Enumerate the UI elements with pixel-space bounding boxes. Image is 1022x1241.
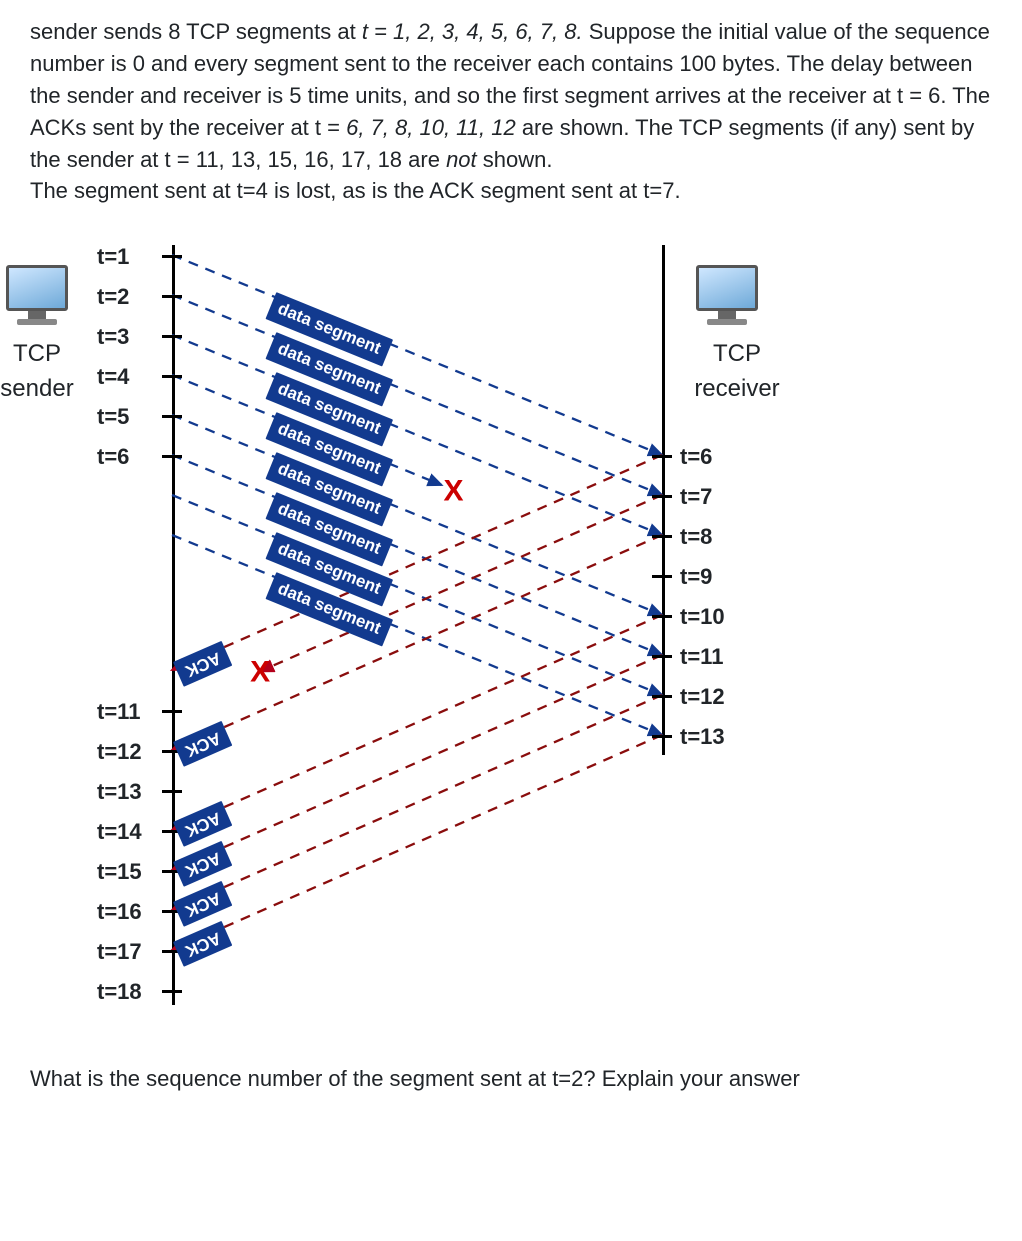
tcp-timeline-diagram: TCP sender TCP receiver t=1t=2t=3t=4t=5t… (22, 235, 722, 1045)
data-segment-line (172, 255, 662, 455)
receiver-tick (652, 695, 672, 698)
sender-tick (162, 335, 182, 338)
sender-tick (162, 295, 182, 298)
receiver-time-label: t=7 (680, 481, 712, 513)
receiver-time-label: t=9 (680, 561, 712, 593)
times-italic: t = 1, 2, 3, 4, 5, 6, 7, 8. (362, 19, 583, 44)
ack-times-italic: 6, 7, 8, 10, 11, 12 (346, 115, 516, 140)
sender-time-label: t=17 (97, 936, 142, 968)
loss-text: The segment sent at t=4 is lost, as is t… (30, 178, 681, 203)
data-segment-line (172, 455, 662, 655)
sender-time-label: t=3 (97, 321, 129, 353)
receiver-tick (652, 575, 672, 578)
ack-line (172, 535, 662, 750)
problem-text: sender sends 8 TCP segments at t = 1, 2,… (30, 16, 992, 207)
data-segment-line (172, 495, 662, 695)
receiver-time-label: t=6 (680, 441, 712, 473)
receiver-time-label: t=8 (680, 521, 712, 553)
ack-line (172, 695, 662, 910)
sender-tick (162, 790, 182, 793)
page-root: sender sends 8 TCP segments at t = 1, 2,… (0, 0, 1022, 1125)
sender-time-label: t=13 (97, 776, 142, 808)
receiver-tick (652, 535, 672, 538)
text: sender sends 8 TCP segments at (30, 19, 362, 44)
ack-line (172, 735, 662, 950)
receiver-time-label: t=11 (680, 641, 723, 673)
ack-line (172, 655, 662, 870)
data-segment-line (172, 295, 662, 495)
sender-tick (162, 710, 182, 713)
data-segment-line (172, 415, 662, 615)
lost-ack-icon: X (250, 650, 270, 694)
ack-line (172, 615, 662, 830)
sender-time-label: t=16 (97, 896, 142, 928)
question-text: What is the sequence number of the segme… (30, 1063, 992, 1095)
sender-time-label: t=12 (97, 736, 142, 768)
text: shown. (477, 147, 553, 172)
sender-time-label: t=15 (97, 856, 142, 888)
receiver-tick (652, 455, 672, 458)
lost-segment-icon: X (443, 470, 463, 514)
receiver-time-label: t=13 (680, 721, 725, 753)
receiver-time-label: t=12 (680, 681, 725, 713)
sender-time-label: t=2 (97, 281, 129, 313)
data-segment-line (172, 335, 662, 535)
sender-time-label: t=4 (97, 361, 129, 393)
receiver-time-label: t=10 (680, 601, 725, 633)
sender-tick (162, 255, 182, 258)
receiver-tick (652, 495, 672, 498)
sender-tick (162, 990, 182, 993)
receiver-tick (652, 735, 672, 738)
receiver-tick (652, 655, 672, 658)
ack-line (172, 455, 662, 670)
not-italic: not (446, 147, 477, 172)
sender-time-label: t=14 (97, 816, 142, 848)
sender-tick (162, 375, 182, 378)
data-segment-line (172, 535, 662, 735)
sender-time-label: t=18 (97, 976, 142, 1008)
sender-tick (162, 455, 182, 458)
sender-time-label: t=11 (97, 696, 140, 728)
sender-time-label: t=5 (97, 401, 129, 433)
sender-time-label: t=1 (97, 241, 129, 273)
receiver-tick (652, 615, 672, 618)
sender-time-label: t=6 (97, 441, 129, 473)
sender-tick (162, 415, 182, 418)
